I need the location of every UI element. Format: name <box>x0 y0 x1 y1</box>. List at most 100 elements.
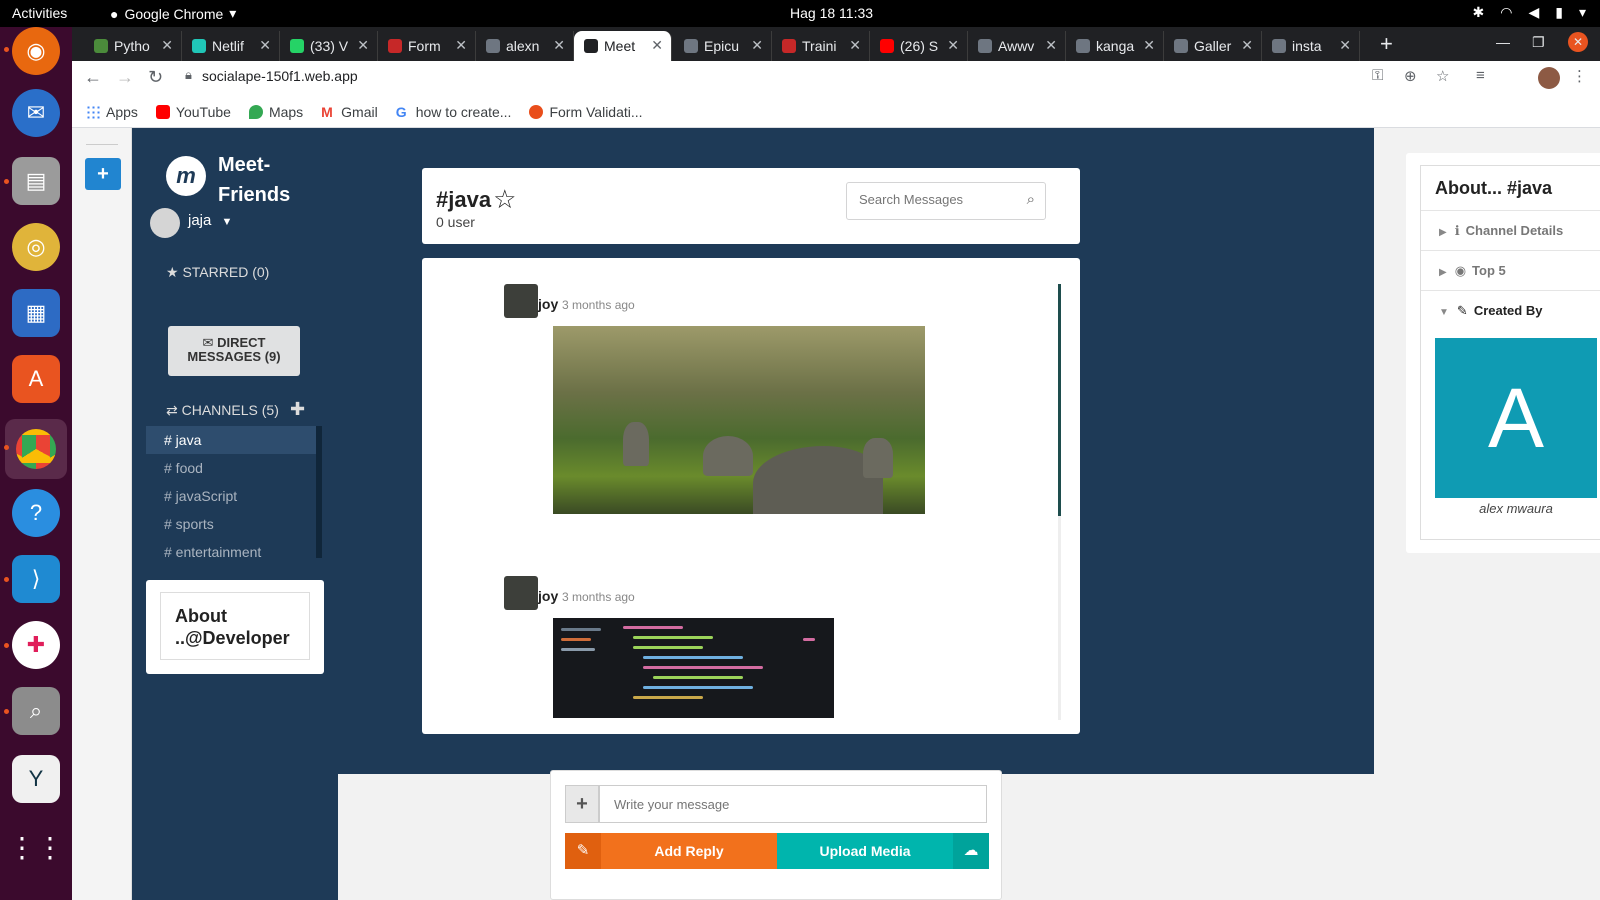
user-menu[interactable]: jaja ▼ <box>188 212 232 229</box>
battery-icon: ▮ <box>1555 4 1563 20</box>
dm-label: DIRECT <box>217 335 266 350</box>
install-icon[interactable]: ⊕ <box>1404 67 1417 85</box>
image-viewer-icon[interactable]: ⌕ <box>12 687 60 735</box>
tab-label: Epicu <box>704 38 740 54</box>
media-control-icon[interactable]: ≡ <box>1476 67 1485 84</box>
menu-icon[interactable]: ⋮ <box>1572 67 1587 85</box>
show-apps-icon[interactable]: ⋮⋮ <box>8 823 64 871</box>
message-image-landscape[interactable] <box>553 326 925 514</box>
user-avatar[interactable] <box>150 208 180 238</box>
app-menu[interactable]: ● Google Chrome ▾ <box>110 5 236 22</box>
direct-messages-button[interactable]: ✉ DIRECT MESSAGES (9) <box>168 326 300 376</box>
clock[interactable]: Hag 18 11:33 <box>790 5 873 21</box>
tab[interactable]: kanga ✕ <box>1066 31 1164 61</box>
tab[interactable]: alexn ✕ <box>476 31 574 61</box>
close-icon[interactable]: ✕ <box>849 37 861 54</box>
key-icon[interactable]: ⚿ <box>1372 67 1383 84</box>
files-icon[interactable]: ▤ <box>12 157 60 205</box>
tab[interactable]: Galler ✕ <box>1164 31 1262 61</box>
shotwell-icon[interactable]: Y <box>12 755 60 803</box>
rhythmbox-icon[interactable]: ◎ <box>12 223 60 271</box>
search-input[interactable] <box>859 192 1019 207</box>
network-icon: ✱ <box>1472 4 1485 20</box>
close-icon[interactable]: ✕ <box>1045 37 1057 54</box>
close-icon[interactable]: ✕ <box>1339 37 1351 54</box>
upload-media-button[interactable]: Upload Media ☁ <box>777 833 989 869</box>
close-icon[interactable]: ✕ <box>651 37 663 54</box>
cloud-upload-icon: ☁ <box>953 833 989 869</box>
close-icon[interactable]: ✕ <box>259 37 271 54</box>
help-icon[interactable]: ? <box>12 489 60 537</box>
tab[interactable]: Pytho ✕ <box>84 31 182 61</box>
message-author[interactable]: joy <box>538 588 558 604</box>
tab[interactable]: Traini ✕ <box>772 31 870 61</box>
close-icon[interactable]: ✕ <box>1241 37 1253 54</box>
star-outline-icon[interactable]: ☆ <box>493 184 516 215</box>
accordion-top-5[interactable]: ▶ ◉ Top 5 <box>1421 250 1600 290</box>
close-icon[interactable]: ✕ <box>455 37 467 54</box>
close-window-icon[interactable]: ✕ <box>1568 32 1588 52</box>
libreoffice-writer-icon[interactable]: ▦ <box>12 289 60 337</box>
attach-button[interactable]: + <box>565 785 599 823</box>
tab[interactable]: Form ✕ <box>378 31 476 61</box>
minimize-icon[interactable]: — <box>1496 34 1510 50</box>
profile-avatar[interactable] <box>1538 67 1560 89</box>
channel-item-entertainment[interactable]: # entertainment <box>146 538 316 566</box>
address-bar[interactable]: socialape-150f1.web.app <box>202 68 358 84</box>
channel-item-sports[interactable]: # sports <box>146 510 316 538</box>
firefox-icon[interactable]: ◉ <box>12 27 60 75</box>
maximize-icon[interactable]: ❐ <box>1532 34 1545 51</box>
image-detail <box>623 422 649 466</box>
close-icon[interactable]: ✕ <box>357 37 369 54</box>
close-icon[interactable]: ✕ <box>947 37 959 54</box>
channel-item-java[interactable]: # java <box>146 426 316 454</box>
message-author[interactable]: joy <box>538 296 558 312</box>
app-center-icon[interactable]: A <box>12 355 60 403</box>
thunderbird-icon[interactable]: ✉ <box>12 89 60 137</box>
tab[interactable]: Awwv ✕ <box>968 31 1066 61</box>
vscode-icon[interactable]: ⟩ <box>12 555 60 603</box>
channel-item-food[interactable]: # food <box>146 454 316 482</box>
messages-scrollbar-thumb[interactable] <box>1058 284 1061 516</box>
chrome-icon[interactable] <box>5 419 67 479</box>
about-developer-box[interactable]: About ..@Developer <box>160 592 310 660</box>
bookmark-form-validation[interactable]: Form Validati... <box>529 104 643 120</box>
bookmark-star-icon[interactable]: ☆ <box>1436 67 1449 85</box>
caret-right-icon: ▶ <box>1439 267 1447 278</box>
back-icon[interactable]: ← <box>84 67 102 88</box>
tab[interactable]: (33) V ✕ <box>280 31 378 61</box>
tab[interactable]: insta ✕ <box>1262 31 1360 61</box>
bookmark-gmail[interactable]: M Gmail <box>321 104 378 120</box>
messages-scrollbar-track[interactable] <box>1058 516 1061 720</box>
accordion-created-by[interactable]: ▼ ✎ Created By <box>1421 290 1600 330</box>
message-image-code[interactable] <box>553 618 834 718</box>
accordion-channel-details[interactable]: ▶ ℹ Channel Details <box>1421 210 1600 250</box>
close-icon[interactable]: ✕ <box>1143 37 1155 54</box>
close-icon[interactable]: ✕ <box>751 37 763 54</box>
add-reply-button[interactable]: ✎ Add Reply <box>565 833 777 869</box>
add-group-button[interactable]: + <box>85 158 121 190</box>
tab[interactable]: Netlif ✕ <box>182 31 280 61</box>
tab[interactable]: Epicu ✕ <box>674 31 772 61</box>
slack-icon[interactable]: ✚ <box>12 621 60 669</box>
close-icon[interactable]: ✕ <box>161 37 173 54</box>
tab-active[interactable]: Meet ✕ <box>574 31 672 61</box>
search-icon[interactable]: ⌕ <box>1027 191 1035 208</box>
lock-icon[interactable]: 🔒︎ <box>185 67 192 83</box>
new-tab-icon[interactable]: + <box>1380 31 1393 57</box>
bookmark-google[interactable]: Ghow to create... <box>396 104 512 120</box>
bookmark-maps[interactable]: Maps <box>248 104 303 120</box>
bookmark-apps[interactable]: Apps <box>86 104 138 120</box>
bookmark-youtube[interactable]: YouTube <box>155 104 231 120</box>
forward-icon[interactable]: → <box>116 67 134 88</box>
close-icon[interactable]: ✕ <box>553 37 565 54</box>
system-tray[interactable]: ✱ ◠ ◀ ▮ ▾ <box>1473 4 1586 21</box>
channel-item-javascript[interactable]: # javaScript <box>146 482 316 510</box>
add-channel-icon[interactable]: ✚ <box>290 399 305 420</box>
starred-section[interactable]: ★ STARRED (0) <box>166 264 269 281</box>
activities-button[interactable]: Activities <box>12 5 67 21</box>
tab[interactable]: (26) S ✕ <box>870 31 968 61</box>
reload-icon[interactable]: ↻ <box>148 67 163 88</box>
message-input[interactable] <box>599 785 987 823</box>
channel-scrollbar[interactable] <box>316 426 322 558</box>
